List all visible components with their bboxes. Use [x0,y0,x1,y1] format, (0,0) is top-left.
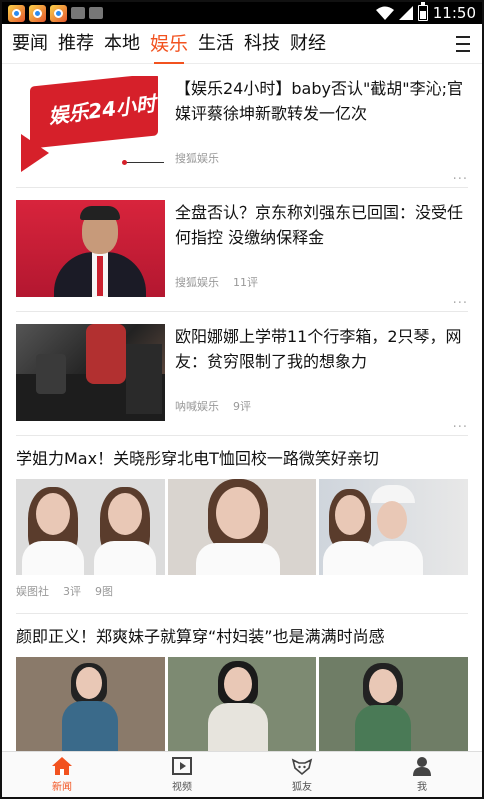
news-item[interactable]: 欧阳娜娜上学带11个行李箱，2只琴，网友：贫穷限制了我的想象力 呐喊娱乐 9评 .… [16,312,468,436]
wifi-icon [375,6,394,20]
nav-label: 新闻 [52,782,72,793]
news-title: 欧阳娜娜上学带11个行李箱，2只琴，网友：贫穷限制了我的想象力 [175,327,462,371]
tab-yule[interactable]: 娱乐 [150,24,188,64]
bottom-navigation: 新闻 视频 狐友 我 [2,751,482,797]
fox-icon [291,758,313,776]
news-thumbnail [16,200,165,297]
news-source: 呐喊娱乐 [175,400,219,413]
image-count: 9图 [95,585,113,598]
news-item-gallery[interactable]: 颜即正义！郑爽妹子就算穿“村妇装”也是满满时尚感 [16,614,469,751]
menu-icon[interactable] [456,36,470,52]
tab-shenghuo[interactable]: 生活 [198,24,234,64]
more-options-icon[interactable]: ... [453,168,468,183]
tab-tuijian[interactable]: 推荐 [58,24,94,64]
app-frame: 11:50 要闻 推荐 本地 娱乐 生活 科技 财经 娱乐24小时 【娱乐24小… [0,0,484,799]
nav-news[interactable]: 新闻 [2,752,122,797]
notification-icon [89,7,103,19]
tab-keji[interactable]: 科技 [244,24,280,64]
app-notification-icon [29,4,46,22]
gallery-image [319,657,469,751]
gallery-image [167,479,317,575]
news-title: 全盘否认？京东称刘强东已回国：没受任何指控 没缴纳保释金 [175,203,464,247]
channel-tabs: 要闻 推荐 本地 娱乐 生活 科技 财经 [2,24,482,64]
news-item-gallery[interactable]: 学姐力Max！关晓彤穿北电T恤回校一路微笑好亲切 娱图社 3评 9图 [16,436,469,614]
home-icon [52,757,72,775]
nav-fox-friends[interactable]: 狐友 [242,752,362,797]
comment-count: 9评 [233,400,251,413]
app-notification-icon [8,4,25,22]
play-icon [21,134,49,172]
notification-icon [71,7,85,19]
tab-yaowen[interactable]: 要闻 [12,24,48,64]
image-gallery [16,479,469,575]
comment-count: 3评 [63,585,81,598]
gallery-image [16,657,165,751]
news-title: 学姐力Max！关晓彤穿北电T恤回校一路微笑好亲切 [16,449,379,468]
nav-label: 视频 [172,782,192,793]
news-feed[interactable]: 娱乐24小时 【娱乐24小时】baby否认"截胡"李沁;官媒评蔡徐坤新歌转发一亿… [2,64,482,751]
tab-bendi[interactable]: 本地 [104,24,140,64]
video-icon [172,757,192,775]
news-title: 【娱乐24小时】baby否认"截胡"李沁;官媒评蔡徐坤新歌转发一亿次 [175,79,464,123]
gallery-image [167,657,317,751]
news-title: 颜即正义！郑爽妹子就算穿“村妇装”也是满满时尚感 [16,627,385,646]
more-options-icon[interactable]: ... [453,416,468,431]
news-source: 搜狐娱乐 [175,152,219,165]
profile-icon [413,757,431,776]
nav-me[interactable]: 我 [362,752,482,797]
comment-count: 11评 [233,276,258,289]
image-gallery [16,657,469,751]
signal-icon [398,6,413,20]
news-thumbnail [16,324,165,421]
news-source: 娱图社 [16,585,49,598]
nav-video[interactable]: 视频 [122,752,242,797]
news-item[interactable]: 娱乐24小时 【娱乐24小时】baby否认"截胡"李沁;官媒评蔡徐坤新歌转发一亿… [16,64,468,188]
gallery-image [319,479,469,575]
status-time: 11:50 [432,4,476,22]
nav-label: 狐友 [292,782,312,793]
battery-icon [417,2,428,21]
nav-label: 我 [417,782,427,793]
news-item[interactable]: 全盘否认？京东称刘强东已回国：没受任何指控 没缴纳保释金 搜狐娱乐 11评 ... [16,188,468,312]
more-options-icon[interactable]: ... [453,292,468,307]
status-bar: 11:50 [2,2,482,24]
app-notification-icon [50,4,67,22]
tab-caijing[interactable]: 财经 [290,24,326,64]
gallery-image [16,479,165,575]
news-thumbnail: 娱乐24小时 [16,76,165,173]
news-source: 搜狐娱乐 [175,276,219,289]
